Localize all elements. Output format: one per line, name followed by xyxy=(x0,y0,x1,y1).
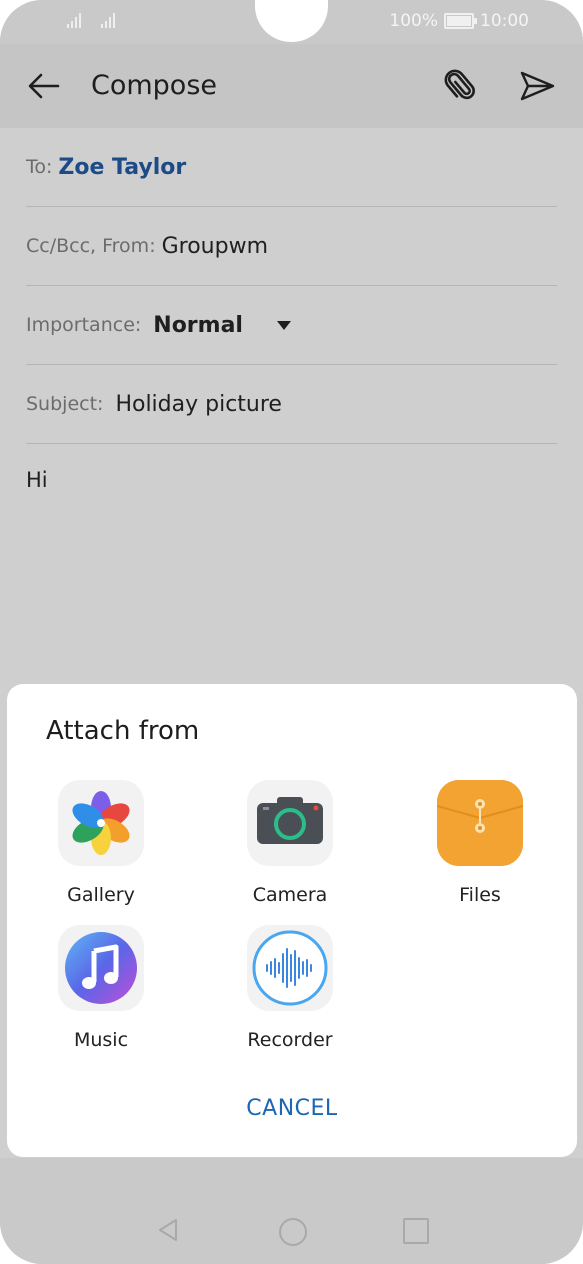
subject-label: Subject: xyxy=(26,393,104,415)
from-account: Groupwm xyxy=(161,233,269,259)
app-label: Recorder xyxy=(247,1029,333,1051)
paperclip-icon[interactable] xyxy=(442,68,478,104)
app-label: Music xyxy=(73,1029,129,1051)
clock: 10:00 xyxy=(480,11,529,31)
compose-toolbar: Compose xyxy=(0,44,583,128)
attach-recorder[interactable]: Recorder xyxy=(220,925,360,1051)
music-icon[interactable] xyxy=(58,925,144,1011)
attach-files[interactable]: Files xyxy=(410,780,550,906)
battery-icon xyxy=(444,13,477,29)
importance-value[interactable]: Normal xyxy=(153,313,243,338)
subject-input[interactable]: Holiday picture xyxy=(115,392,282,417)
importance-label: Importance: xyxy=(26,314,142,336)
attach-music[interactable]: Music xyxy=(31,925,171,1051)
page-title: Compose xyxy=(91,70,218,101)
importance-field[interactable]: Importance: Normal xyxy=(26,286,557,365)
recorder-icon[interactable] xyxy=(247,925,333,1011)
camera-icon[interactable] xyxy=(247,780,333,866)
nav-back-icon[interactable] xyxy=(156,1218,180,1242)
subject-field[interactable]: Subject: Holiday picture xyxy=(26,365,557,444)
to-label: To: xyxy=(26,156,53,178)
nav-recents-icon[interactable] xyxy=(403,1218,429,1244)
compose-form: To: Zoe Taylor Cc/Bcc, From: Groupwm Imp… xyxy=(0,128,583,688)
recipient-chip[interactable]: Zoe Taylor xyxy=(58,155,186,180)
cancel-button[interactable]: CANCEL xyxy=(7,1096,577,1121)
camera-notch xyxy=(255,0,328,42)
dropdown-arrow-icon[interactable] xyxy=(276,320,291,330)
files-icon[interactable] xyxy=(437,780,523,866)
app-label: Camera xyxy=(252,884,328,906)
gallery-icon[interactable] xyxy=(58,780,144,866)
app-label: Gallery xyxy=(67,884,135,906)
app-label: Files xyxy=(459,884,501,906)
attach-sheet: Attach from Gallery Camera Files Music R… xyxy=(7,684,577,1157)
message-body[interactable]: Hi xyxy=(26,468,48,492)
status-right: 100% 10:00 xyxy=(389,11,529,31)
ccbcc-label: Cc/Bcc, From: xyxy=(26,235,156,257)
arrow-left-icon[interactable] xyxy=(26,68,62,104)
battery-percent: 100% xyxy=(389,11,438,31)
attach-gallery[interactable]: Gallery xyxy=(31,780,171,906)
to-field[interactable]: To: Zoe Taylor xyxy=(26,128,557,207)
status-bar: 100% 10:00 xyxy=(0,0,583,44)
attach-camera[interactable]: Camera xyxy=(220,780,360,906)
signal-icon xyxy=(101,12,117,28)
nav-home-icon[interactable] xyxy=(279,1218,307,1246)
sheet-title: Attach from xyxy=(46,716,200,746)
signal-icon xyxy=(67,12,83,28)
phone-screen: 100% 10:00 Compose To: Zoe Taylor Cc/Bcc… xyxy=(0,0,583,1264)
send-icon[interactable] xyxy=(518,68,556,104)
ccbcc-from-field[interactable]: Cc/Bcc, From: Groupwm xyxy=(26,207,557,286)
system-nav-bar xyxy=(0,1158,583,1264)
